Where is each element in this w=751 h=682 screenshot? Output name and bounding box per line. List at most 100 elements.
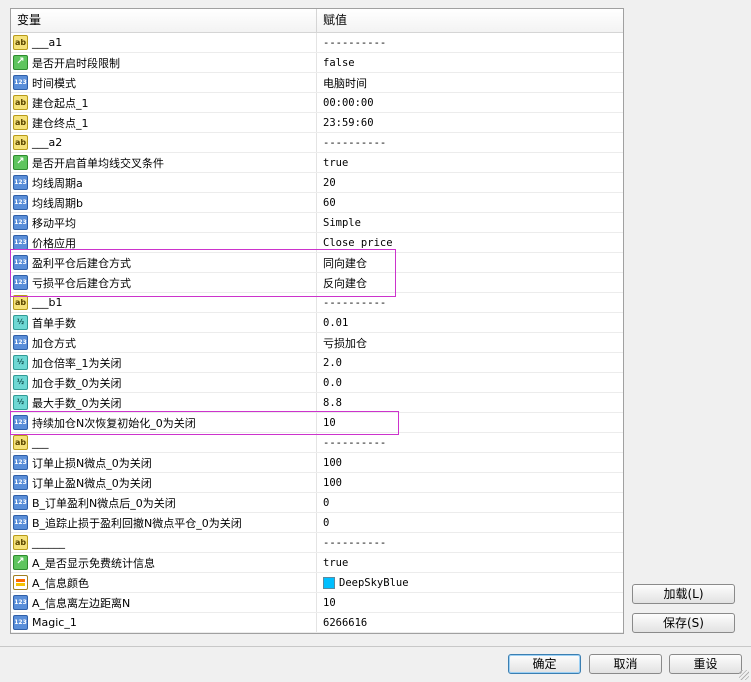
value-cell[interactable]: 100 [317,473,623,492]
variable-cell[interactable]: 123 均线周期b [11,193,317,212]
variable-cell[interactable]: ½ 最大手数_0为关闭 [11,393,317,412]
table-row[interactable]: 123 订单止损N微点_0为关闭 100 [11,453,623,473]
value-cell[interactable]: 同向建仓 [317,253,623,272]
value-cell[interactable]: Close price [317,233,623,252]
table-row[interactable]: ½ 最大手数_0为关闭 8.8 [11,393,623,413]
table-row[interactable]: ↗ 是否开启首单均线交叉条件 true [11,153,623,173]
value-cell[interactable]: true [317,153,623,172]
variable-cell[interactable]: ab ______ [11,533,317,552]
load-button[interactable]: 加载(L) [632,584,735,604]
table-row[interactable]: 123 时间模式 电脑时间 [11,73,623,93]
double-type-icon: ½ [13,375,28,390]
variable-cell[interactable]: ab ___ [11,433,317,452]
table-row[interactable]: ab ___a1 ---------- [11,33,623,53]
table-row[interactable]: ↗ 是否开启时段限制 false [11,53,623,73]
table-row[interactable]: 123 持续加仓N次恢复初始化_0为关闭 10 [11,413,623,433]
value-cell[interactable]: true [317,553,623,572]
variable-cell[interactable]: ab ___a2 [11,133,317,152]
variable-cell[interactable]: 123 B_追踪止损于盈利回撤N微点平仓_0为关闭 [11,513,317,532]
value-cell[interactable]: 60 [317,193,623,212]
table-row[interactable]: ab ___a2 ---------- [11,133,623,153]
table-row[interactable]: ab ___b1 ---------- [11,293,623,313]
header-variable[interactable]: 变量 [11,9,317,32]
reset-button[interactable]: 重设 [669,654,742,674]
variable-cell[interactable]: ↗ 是否开启时段限制 [11,53,317,72]
value-cell[interactable]: 100 [317,453,623,472]
variable-cell[interactable]: 123 订单止损N微点_0为关闭 [11,453,317,472]
value-cell[interactable]: false [317,53,623,72]
value-text: 23:59:60 [323,116,374,129]
table-row[interactable]: 123 价格应用 Close price [11,233,623,253]
table-row[interactable]: ½ 加仓倍率_1为关闭 2.0 [11,353,623,373]
variable-cell[interactable]: 123 盈利平仓后建仓方式 [11,253,317,272]
table-row[interactable]: 123 加仓方式 亏损加仓 [11,333,623,353]
table-row[interactable]: A_信息颜色 DeepSkyBlue [11,573,623,593]
variable-cell[interactable]: ½ 加仓手数_0为关闭 [11,373,317,392]
table-row[interactable]: 123 A_信息离左边距离N 10 [11,593,623,613]
variable-cell[interactable]: 123 时间模式 [11,73,317,92]
variable-cell[interactable]: 123 价格应用 [11,233,317,252]
table-row[interactable]: 123 亏损平仓后建仓方式 反向建仓 [11,273,623,293]
value-cell[interactable]: 反向建仓 [317,273,623,292]
value-cell[interactable]: 6266616 [317,613,623,632]
value-cell[interactable]: 10 [317,593,623,612]
table-row[interactable]: 123 B_追踪止损于盈利回撤N微点平仓_0为关闭 0 [11,513,623,533]
table-row[interactable]: ab 建仓终点_1 23:59:60 [11,113,623,133]
value-cell[interactable]: 0 [317,493,623,512]
variable-cell[interactable]: ↗ A_是否显示免费统计信息 [11,553,317,572]
value-cell[interactable]: 2.0 [317,353,623,372]
table-row[interactable]: 123 订单止盈N微点_0为关闭 100 [11,473,623,493]
table-row[interactable]: ab ______ ---------- [11,533,623,553]
value-cell[interactable]: 10 [317,413,623,432]
header-value[interactable]: 赋值 [317,9,347,32]
value-cell[interactable]: 20 [317,173,623,192]
variable-cell[interactable]: ½ 加仓倍率_1为关闭 [11,353,317,372]
variable-cell[interactable]: ab ___a1 [11,33,317,52]
variable-cell[interactable]: A_信息颜色 [11,573,317,592]
value-cell[interactable]: 亏损加仓 [317,333,623,352]
variable-cell[interactable]: ab ___b1 [11,293,317,312]
variable-cell[interactable]: ab 建仓终点_1 [11,113,317,132]
table-row[interactable]: ab 建仓起点_1 00:00:00 [11,93,623,113]
table-row[interactable]: ½ 加仓手数_0为关闭 0.0 [11,373,623,393]
table-row[interactable]: ½ 首单手数 0.01 [11,313,623,333]
save-button[interactable]: 保存(S) [632,613,735,633]
variable-cell[interactable]: 123 移动平均 [11,213,317,232]
table-row[interactable]: 123 均线周期b 60 [11,193,623,213]
variable-cell[interactable]: 123 B_订单盈利N微点后_0为关闭 [11,493,317,512]
variable-cell[interactable]: 123 加仓方式 [11,333,317,352]
value-cell[interactable]: 8.8 [317,393,623,412]
variable-cell[interactable]: 123 A_信息离左边距离N [11,593,317,612]
value-cell[interactable]: 0.01 [317,313,623,332]
variable-cell[interactable]: ½ 首单手数 [11,313,317,332]
value-cell[interactable]: DeepSkyBlue [317,573,623,592]
table-row[interactable]: 123 均线周期a 20 [11,173,623,193]
table-row[interactable]: 123 移动平均 Simple [11,213,623,233]
value-cell[interactable]: ---------- [317,33,623,52]
table-row[interactable]: 123 Magic_1 6266616 [11,613,623,633]
cancel-button[interactable]: 取消 [589,654,662,674]
value-cell[interactable]: ---------- [317,533,623,552]
table-row[interactable]: ↗ A_是否显示免费统计信息 true [11,553,623,573]
value-cell[interactable]: 23:59:60 [317,113,623,132]
table-row[interactable]: 123 B_订单盈利N微点后_0为关闭 0 [11,493,623,513]
variable-cell[interactable]: ab 建仓起点_1 [11,93,317,112]
value-cell[interactable]: 0 [317,513,623,532]
variable-cell[interactable]: 123 持续加仓N次恢复初始化_0为关闭 [11,413,317,432]
value-cell[interactable]: ---------- [317,133,623,152]
value-cell[interactable]: Simple [317,213,623,232]
table-row[interactable]: ab ___ ---------- [11,433,623,453]
variable-cell[interactable]: 123 订单止盈N微点_0为关闭 [11,473,317,492]
resize-grip[interactable] [739,670,749,680]
table-row[interactable]: 123 盈利平仓后建仓方式 同向建仓 [11,253,623,273]
variable-cell[interactable]: 123 Magic_1 [11,613,317,632]
value-cell[interactable]: 00:00:00 [317,93,623,112]
ok-button[interactable]: 确定 [508,654,581,674]
value-cell[interactable]: 电脑时间 [317,73,623,92]
value-cell[interactable]: ---------- [317,433,623,452]
variable-cell[interactable]: 123 均线周期a [11,173,317,192]
value-cell[interactable]: 0.0 [317,373,623,392]
variable-cell[interactable]: ↗ 是否开启首单均线交叉条件 [11,153,317,172]
value-cell[interactable]: ---------- [317,293,623,312]
variable-cell[interactable]: 123 亏损平仓后建仓方式 [11,273,317,292]
